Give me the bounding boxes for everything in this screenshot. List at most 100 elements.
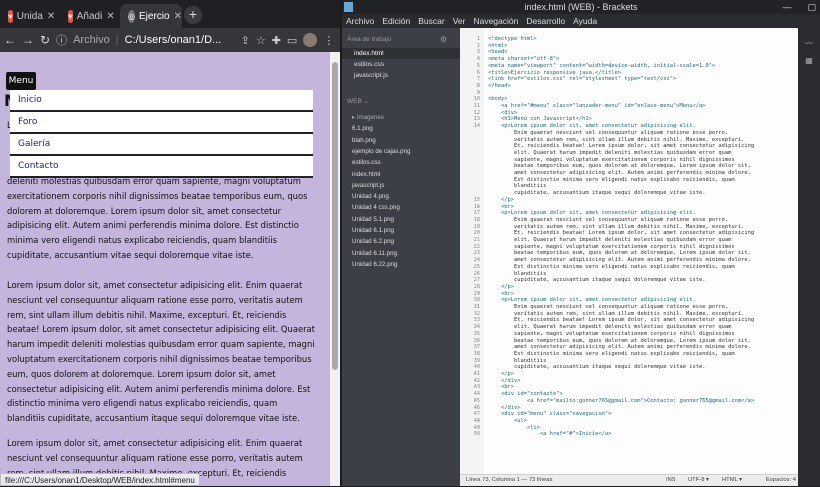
file-item[interactable]: ejemplo de cajas.png [342,146,460,157]
nav-item-inicio[interactable]: Inicio [10,90,313,112]
menu-edicion[interactable]: Edición [382,14,410,28]
heart-favicon-icon: ♥ [8,9,13,23]
forward-icon[interactable]: → [22,33,34,47]
file-item[interactable]: Unidad 6.22.png [342,259,460,270]
sidepanel-icon[interactable]: ▭ [287,34,297,47]
close-icon[interactable]: ✕ [174,11,182,22]
line-number: 30 [473,297,480,304]
reload-icon[interactable]: ↻ [40,33,50,47]
code-line: <a href="#">Inicio</a> [488,431,612,438]
insert-mode[interactable]: INS [666,475,676,486]
file-item[interactable]: estilos.css [342,157,460,168]
file-item[interactable]: blah.png [342,135,460,146]
address-bar[interactable]: C:/Users/onan1/D... [125,34,235,46]
menu-ver[interactable]: Ver [453,14,466,28]
avatar[interactable] [303,33,318,47]
file-item[interactable]: Unidad 6.1.png [342,225,460,236]
line-number: 49 [473,424,480,431]
code-line: Enim quaerat nesciunt vel consequuntur a… [488,129,729,136]
browser-tab-active[interactable]: ◎ Ejercio ✕ [120,4,182,28]
line-number: 29 [473,290,480,297]
code-line: blanditiis [488,183,547,190]
share-icon[interactable]: ⇪ [241,34,250,47]
code-line: Et, reiciendis beatae! Lorem ipsum dolor… [488,317,755,324]
nav-item-foro[interactable]: Foro [10,112,313,134]
line-number: 50 [473,431,480,438]
minimize-icon[interactable]: — [782,0,791,14]
code-line: sapiente, magni voluptatum exercitatione… [488,330,735,337]
link-status-url: file:///C:/Users/onan1/Desktop/WEB/index… [0,473,200,486]
menu-buscar[interactable]: Buscar [418,14,444,28]
info-icon[interactable]: ⓘ [56,32,67,48]
new-tab-button[interactable]: + [184,6,202,24]
working-file-item[interactable]: index.html [342,48,460,59]
maximize-icon[interactable]: ▢ [807,0,816,14]
scrollbar-thumb[interactable] [332,62,338,370]
language-select[interactable]: HTML ▾ [722,475,742,486]
line-number: 26 [473,270,480,277]
paragraph: deleniti molestias quibusdam error quam … [7,176,308,260]
star-icon[interactable]: ☆ [256,34,266,47]
file-item[interactable]: Unidad 5.1.png [342,214,460,225]
extensions-icon[interactable]: ✚ [272,34,281,47]
line-number: 44 [473,391,480,398]
line-number: 7 [476,76,480,83]
file-item[interactable]: Unidad 4.png [342,191,460,202]
line-number: 22 [473,243,480,250]
code-line: </p> [488,196,514,203]
browser-tab[interactable]: ♥ Unida ✕ [0,4,60,28]
back-icon[interactable]: ← [4,33,16,47]
file-item[interactable]: 6.1.png [342,123,460,134]
code-line: </p> [488,283,514,290]
line-number: 24 [473,257,480,264]
encoding-select[interactable]: UTF-8 ▾ [688,475,709,486]
working-file-item[interactable]: estilos.css [342,59,460,70]
code-line: amet consectetur adipisicing elit. Autem… [488,344,751,351]
live-preview-icon[interactable]: 〰 [803,38,815,48]
code-line: </p> [488,371,514,377]
menu-ayuda[interactable]: Ayuda [573,14,597,28]
address-separator: | [115,34,119,46]
line-number: 25 [473,263,480,270]
working-file-item[interactable]: javascript.js [342,70,460,81]
menu-launcher-button[interactable]: Menu [6,72,36,90]
code-line: elit. Quaerat harum impedit deleniti mol… [488,237,732,243]
tab-strip: ♥ Unida ✕ ♥ Añadi ✕ ◎ Ejercio ✕ + [0,0,340,28]
code-line: sapiente, magni voluptatum exercitatione… [488,243,735,250]
project-dropdown[interactable]: WEB ⌄ [347,97,369,105]
code-line: cupiditate, accusantium itaque sequi dol… [488,364,706,371]
code-line: </div> [488,377,521,384]
browser-tab[interactable]: ♥ Añadi ✕ [60,4,120,28]
editor-status-bar: Línea 73, Columna 1 — 73 líneas INS UTF-… [460,474,798,486]
line-number: 31 [473,304,480,310]
line-number: 15 [473,196,480,203]
close-icon[interactable]: ✕ [47,11,55,22]
more-icon[interactable]: ⋮ [323,34,334,47]
code-line: <h1>Menú con Javascript</h1> [488,116,592,123]
gear-icon[interactable]: ⚙ [440,35,447,44]
file-item[interactable]: Unidad 6.2.png [342,236,460,247]
close-icon[interactable]: ✕ [106,11,114,22]
extension-manager-icon[interactable]: ▦ [803,56,815,66]
file-item[interactable]: Unidad 6.11.png [342,248,460,259]
menu-archivo[interactable]: Archivo [346,14,374,28]
code-editor[interactable]: 1 2 3 4 5 6 7 8 9 10 11 12 13 14 15 16 17 18 19 20 21 22 23 24 2… [460,28,798,474]
file-item[interactable]: Unidad 4 css.png [342,202,460,213]
code-line: beatae temporibus eum, quos dolorem at d… [488,337,751,344]
file-item[interactable]: index.html [342,169,460,180]
nav-item-galeria[interactable]: Galería [10,134,313,156]
file-item[interactable]: javascript.js [342,180,460,191]
folder-item[interactable]: ▸ Imagenes [342,112,460,123]
code-line: <div> [488,109,518,116]
menu-navegacion[interactable]: Navegación [473,14,518,28]
code-line: Et, reiciendis beatae! Lorem ipsum dolor… [488,143,755,150]
file-sidebar: Área de trabajo ⚙ index.html estilos.css… [342,28,460,486]
menu-desarrollo[interactable]: Desarrollo [526,14,565,28]
globe-favicon-icon: ◎ [128,9,135,23]
code-line: <br> [488,203,514,210]
code-line: Enim quaerat nesciunt vel consequuntur a… [488,304,729,310]
line-number: 38 [473,350,480,357]
indent-setting[interactable]: Espacios: 4 [766,475,796,486]
code-line: <p>Lorem ipsum dolor sit, amet consectet… [488,297,696,304]
line-number: 23 [473,250,480,257]
